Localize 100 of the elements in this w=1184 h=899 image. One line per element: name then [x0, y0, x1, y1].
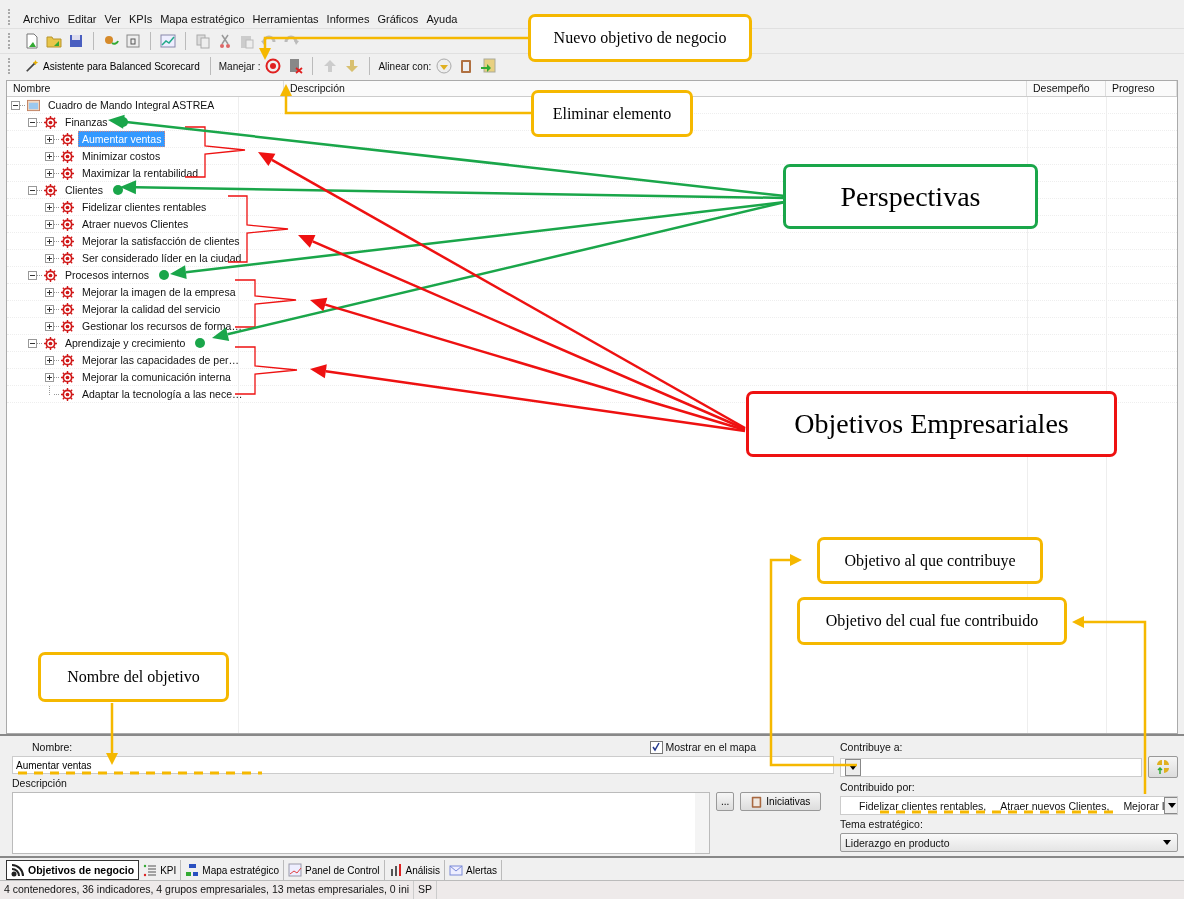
ellipsis-button[interactable]: ... [716, 792, 735, 811]
target-icon [44, 336, 57, 350]
name-label: Nombre: [31, 740, 73, 754]
tree-item[interactable]: Gestionar los recursos de forma… [78, 318, 246, 334]
expander[interactable] [45, 253, 54, 263]
new-document-icon[interactable] [24, 33, 40, 49]
menu-item[interactable]: KPIs [124, 13, 157, 25]
initiatives-button[interactable]: Iniciativas [740, 792, 822, 811]
status-text: SP [414, 881, 438, 899]
target-icon [61, 251, 74, 265]
show-on-map-checkbox[interactable]: Mostrar en el mapa [649, 740, 756, 754]
menu-item[interactable]: Archivo [19, 13, 64, 25]
tree-item[interactable]: Mejorar la comunicación interna [78, 369, 235, 385]
column-header[interactable]: Progreso [1112, 82, 1155, 94]
menu-item[interactable]: Informes [322, 13, 374, 25]
callout: Perspectivas [783, 164, 1038, 229]
callout: Eliminar elemento [531, 90, 693, 137]
menu-item[interactable]: Ver [100, 13, 125, 25]
expander[interactable] [45, 236, 54, 246]
column-header[interactable]: Nombre [13, 82, 51, 94]
callout: Nuevo objetivo de negocio [528, 14, 752, 62]
envelope-icon [449, 863, 463, 877]
scissors-icon[interactable] [217, 33, 233, 49]
tree-item[interactable]: Atraer nuevos Clientes [78, 216, 193, 232]
expander[interactable] [45, 151, 54, 161]
callout: Objetivo del cual fue contribuido [797, 597, 1067, 645]
line-chart-icon[interactable] [160, 33, 176, 49]
target-icon [61, 234, 74, 248]
name-field[interactable]: Aumentar ventas [12, 756, 834, 774]
tree-item[interactable]: Fidelizar clientes rentables [78, 199, 211, 215]
target-icon [61, 217, 74, 231]
target-icon [61, 166, 74, 180]
theme-label: Tema estratégico: [840, 817, 924, 831]
tree-item[interactable]: Aprendizaje y crecimiento [61, 335, 190, 351]
tree-item[interactable]: Finanzas [61, 114, 112, 130]
expander[interactable] [28, 117, 37, 127]
tree-row[interactable]: Ser considerado líder en la ciudad [7, 250, 1177, 267]
expander[interactable] [45, 202, 54, 212]
contributed-label: Contribuido por: [840, 780, 916, 794]
tree-item[interactable]: Mejorar las capacidades de per… [78, 352, 243, 368]
tree-item[interactable]: Minimizar costos [78, 148, 165, 164]
column-header[interactable]: Desempeño [1033, 82, 1090, 94]
tree-item[interactable]: Procesos internos [61, 267, 154, 283]
tree-row[interactable]: Gestionar los recursos de forma… [7, 318, 1177, 335]
column-header[interactable]: Descripción [290, 82, 345, 94]
tree-item[interactable]: Clientes [61, 182, 107, 198]
target-icon[interactable] [265, 58, 282, 74]
caret-icon [849, 764, 857, 770]
tree-item[interactable]: Maximizar la rentabilidad [78, 165, 203, 181]
expander[interactable] [45, 304, 54, 314]
tab[interactable]: Objetivos de negocio [6, 860, 140, 880]
expander[interactable] [45, 321, 54, 331]
scrollbar[interactable] [695, 793, 709, 853]
menu-item[interactable]: Mapa estratégico [156, 13, 249, 25]
menu-item[interactable]: Ayuda [422, 13, 462, 25]
manage-label: Manejar : [218, 60, 261, 72]
menu-item[interactable]: Gráficos [373, 13, 423, 25]
save-icon[interactable] [68, 33, 84, 49]
expander[interactable] [11, 100, 20, 110]
expander[interactable] [45, 219, 54, 229]
target-icon [61, 387, 74, 401]
tree-item[interactable]: Mejorar la calidad del servicio [78, 301, 225, 317]
status-text: 4 contenedores, 36 indicadores, 4 grupos empresariales, 13 metas empresariales, 0 ini [0, 881, 415, 899]
tree-row[interactable]: Aprendizaje y crecimiento [7, 335, 1177, 352]
expander[interactable] [45, 355, 54, 365]
magic-wand-icon [25, 59, 39, 73]
export-icon[interactable] [480, 58, 497, 74]
checkmark-icon [651, 742, 662, 752]
tree-row[interactable]: Mejorar las capacidades de per… [7, 352, 1177, 369]
tree-row[interactable]: Mejorar la imagen de la empresa [7, 284, 1177, 301]
expander[interactable] [45, 134, 54, 144]
tree-item[interactable]: Mejorar la satisfacción de clientes [78, 233, 244, 249]
description-field[interactable] [12, 792, 710, 854]
expander[interactable] [28, 338, 37, 348]
menu-item[interactable]: Editar [63, 13, 101, 25]
tree-item[interactable]: Cuadro de Mando Integral ASTREA [44, 97, 219, 113]
target-icon [61, 319, 74, 333]
menu-item[interactable]: Herramientas [248, 13, 323, 25]
expander[interactable] [45, 372, 54, 382]
expander[interactable] [28, 270, 37, 280]
expander[interactable] [45, 287, 54, 297]
target-icon [44, 183, 57, 197]
line-chart-icon [288, 863, 303, 877]
theme-dropdown[interactable]: Liderazgo en producto [840, 833, 1178, 852]
contributed-dropdown[interactable]: Fidelizar clientes rentables, Atraer nuevos Clientes, Mejorar l [840, 796, 1178, 815]
tree-item[interactable]: Ser considerado líder en la ciudad [78, 250, 246, 266]
relations-button[interactable] [1148, 756, 1178, 778]
folder-icon[interactable] [46, 33, 62, 49]
tree-item[interactable]: Mejorar la imagen de la empresa [78, 284, 240, 300]
caret-icon [1163, 840, 1171, 845]
tree-item[interactable]: Adaptar la tecnología a las nece… [78, 386, 247, 402]
expander[interactable] [45, 168, 54, 178]
relations-icon [1155, 759, 1171, 775]
delete-icon[interactable] [287, 58, 304, 74]
contributes-label: Contribuye a: [840, 740, 904, 754]
expander[interactable] [28, 185, 37, 195]
target-icon [44, 268, 57, 282]
window-icon[interactable] [125, 33, 141, 49]
wizard-button[interactable]: Asistente para Balanced Scorecard [23, 59, 202, 73]
callout: Objetivo al que contribuye [817, 537, 1043, 584]
